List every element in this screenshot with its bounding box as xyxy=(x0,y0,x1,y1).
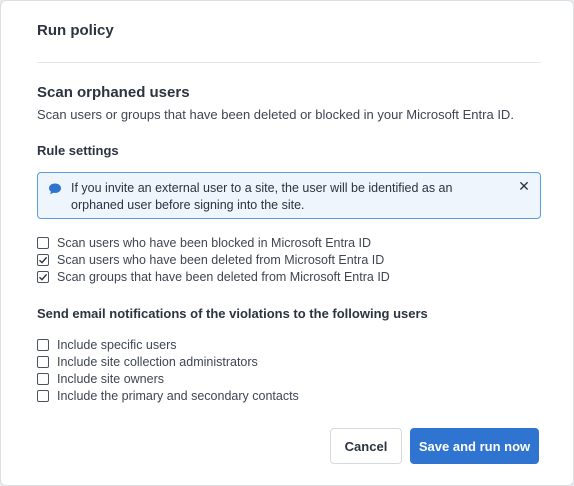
cancel-button[interactable]: Cancel xyxy=(330,428,402,464)
chat-bubble-icon xyxy=(48,182,62,196)
checkbox-label: Scan groups that have been deleted from … xyxy=(57,269,390,284)
checkbox-label: Include site collection administrators xyxy=(57,354,258,369)
checkbox-label: Include site owners xyxy=(57,371,165,386)
checkmark-icon xyxy=(39,256,48,264)
checkbox[interactable] xyxy=(37,236,49,249)
info-banner-text: If you invite an external user to a site… xyxy=(71,181,453,212)
checkbox[interactable] xyxy=(37,338,49,351)
checkbox[interactable] xyxy=(37,389,49,402)
info-banner: If you invite an external user to a site… xyxy=(37,172,541,219)
checkbox-label: Scan users who have been blocked in Micr… xyxy=(57,235,372,250)
run-policy-dialog: Run policy Scan orphaned users Scan user… xyxy=(0,0,574,486)
checkbox[interactable] xyxy=(37,355,49,368)
checkbox-label: Include the primary and secondary contac… xyxy=(57,388,299,403)
notifications-heading: Send email notifications of the violatio… xyxy=(37,306,428,321)
checkbox-label: Include specific users xyxy=(57,337,177,352)
rule-options-list: Scan users who have been blocked in Micr… xyxy=(37,234,390,285)
checkbox-row[interactable]: Include the primary and secondary contac… xyxy=(37,387,299,404)
section-heading: Scan orphaned users xyxy=(37,84,190,101)
close-icon[interactable]: ✕ xyxy=(517,179,531,193)
checkbox-row[interactable]: Include specific users xyxy=(37,336,299,353)
checkbox[interactable] xyxy=(37,372,49,385)
save-and-run-button[interactable]: Save and run now xyxy=(410,428,539,464)
checkbox-checked[interactable] xyxy=(37,270,49,283)
checkbox-checked[interactable] xyxy=(37,253,49,266)
checkbox-row[interactable]: Scan groups that have been deleted from … xyxy=(37,268,390,285)
checkmark-icon xyxy=(39,273,48,281)
checkbox-row[interactable]: Scan users who have been deleted from Mi… xyxy=(37,251,390,268)
checkbox-row[interactable]: Scan users who have been blocked in Micr… xyxy=(37,234,390,251)
title-divider xyxy=(37,62,541,63)
checkbox-label: Scan users who have been deleted from Mi… xyxy=(57,252,385,267)
notification-options-list: Include specific users Include site colle… xyxy=(37,336,299,404)
dialog-title: Run policy xyxy=(37,22,114,39)
section-description: Scan users or groups that have been dele… xyxy=(37,107,514,122)
checkbox-row[interactable]: Include site owners xyxy=(37,370,299,387)
checkbox-row[interactable]: Include site collection administrators xyxy=(37,353,299,370)
rule-settings-heading: Rule settings xyxy=(37,143,119,158)
